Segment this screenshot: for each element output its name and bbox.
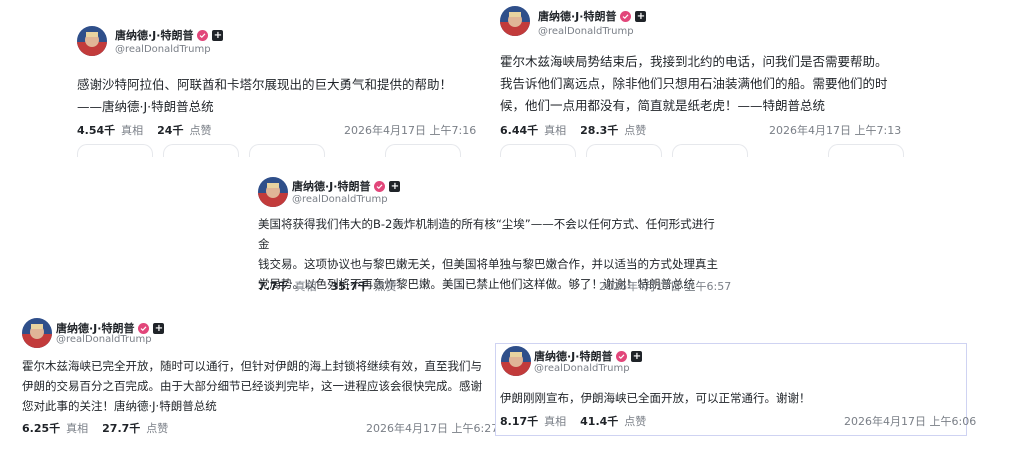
author-handle[interactable]: @realDonaldTrump [292,194,388,205]
plus-badge-icon: + [212,29,224,41]
repost-count[interactable]: 4.54千 [77,122,115,138]
like-action-button[interactable] [249,144,325,157]
verified-badge-icon [374,180,386,192]
like-label: 点赞 [146,422,169,435]
like-count[interactable]: 27.7千 [102,420,140,436]
author-handle[interactable]: @realDonaldTrump [115,44,211,55]
post-card[interactable]: 唐纳德·J·特朗普 + @realDonaldTrump 美国将获得我们伟大的B… [246,168,731,298]
verified-badge-icon [620,10,632,22]
post-card[interactable]: 唐纳德·J·特朗普 + @realDonaldTrump 霍尔木兹海峡已完全开放… [10,306,498,440]
post-text-line: 感谢沙特阿拉伯、阿联酋和卡塔尔展现出的巨大勇气和提供的帮助！ [77,77,453,92]
author-handle[interactable]: @realDonaldTrump [538,26,634,37]
avatar[interactable] [501,346,531,376]
author-name[interactable]: 唐纳德·J·特朗普 [115,27,193,43]
post-stats: 4.54千 真相 24千 点赞 [77,122,225,138]
plus-badge-icon: + [635,10,647,22]
repost-label: 真相 [544,124,567,137]
like-count[interactable]: 35.7千 [331,278,369,294]
post-card[interactable]: 唐纳德·J·特朗普 + @realDonaldTrump 霍尔木兹海峡局势结束后… [488,0,910,157]
post-card[interactable]: 唐纳德·J·特朗普 + @realDonaldTrump 感谢沙特阿拉伯、阿联酋… [65,10,485,157]
plus-badge-icon: + [153,322,165,334]
post-card[interactable]: 唐纳德·J·特朗普 + @realDonaldTrump 伊朗刚刚宣布，伊朗海峡… [495,343,976,436]
post-text-line: 我告诉他们离远点，除非他们只想用石油装满他们的船。需要他们的时 [500,76,888,91]
plus-badge-icon: + [389,180,401,192]
like-label: 点赞 [624,124,647,137]
repost-label: 真相 [66,422,89,435]
like-action-button[interactable] [672,144,748,157]
like-label: 点赞 [374,280,397,293]
post-text: 霍尔木兹海峡已完全开放，随时可以通行，但针对伊朗的海上封锁将继续有效，直至我们与… [22,356,482,416]
like-count[interactable]: 41.4千 [580,413,618,429]
author-handle[interactable]: @realDonaldTrump [56,334,152,345]
post-text: 感谢沙特阿拉伯、阿联酋和卡塔尔展现出的巨大勇气和提供的帮助！ ——唐纳德·J·特… [77,74,452,118]
post-timestamp[interactable]: 2026年4月17日 上午7:16 [344,122,476,138]
repost-count[interactable]: 6.44千 [500,122,538,138]
avatar[interactable] [77,26,107,56]
post-timestamp[interactable]: 2026年4月17日 上午7:13 [769,122,901,138]
post-text-line: 伊朗的交易百分之百完成。由于大部分细节已经谈判完毕，这一进程应该会很快完成。感谢 [22,379,482,393]
author-name[interactable]: 唐纳德·J·特朗普 [292,178,370,194]
like-count[interactable]: 28.3千 [580,122,618,138]
verified-badge-icon [197,29,209,41]
avatar[interactable] [500,6,530,36]
share-action-button[interactable] [828,144,904,157]
verified-badge-icon [138,322,150,334]
post-text-line: 霍尔木兹海峡局势结束后，我接到北约的电话，问我们是否需要帮助。 [500,54,888,69]
post-text-line: 候，他们一点用都没有，简直就是纸老虎！——特朗普总统 [500,98,826,113]
like-count[interactable]: 24千 [157,122,183,138]
repost-count[interactable]: 6.25千 [22,420,60,436]
post-stats: 6.25千 真相 27.7千 点赞 [22,420,182,436]
avatar[interactable] [258,177,288,207]
plus-badge-icon: + [631,350,643,362]
repost-count[interactable]: 8.17千 [500,413,538,429]
reply-action-button[interactable] [77,144,153,157]
post-text-line: ——唐纳德·J·特朗普总统 [77,99,214,114]
verified-badge-icon [616,350,628,362]
reply-action-button[interactable] [500,144,576,157]
repost-label: 真相 [121,124,144,137]
post-timestamp[interactable]: 2026年4月17日 上午6:06 [844,413,976,429]
post-text-line: 伊朗刚刚宣布，伊朗海峡已全面开放，可以正常通行。谢谢！ [500,391,811,405]
post-text-line: 钱交易。这项协议也与黎巴嫩无关，但美国将单独与黎巴嫩合作，并以适当的方式处理真主 [258,257,718,271]
post-timestamp[interactable]: 2026年4月17日 上午6:57 [599,278,731,294]
author-name[interactable]: 唐纳德·J·特朗普 [534,348,612,364]
post-text: 伊朗刚刚宣布，伊朗海峡已全面开放，可以正常通行。谢谢！ [500,388,811,408]
like-label: 点赞 [189,124,212,137]
post-text-line: 霍尔木兹海峡已完全开放，随时可以通行，但针对伊朗的海上封锁将继续有效，直至我们与 [22,359,482,373]
repost-count[interactable]: 7.7千 [258,278,289,294]
post-stats: 6.44千 真相 28.3千 点赞 [500,122,660,138]
author-name[interactable]: 唐纳德·J·特朗普 [538,8,616,24]
repost-label: 真相 [294,280,317,293]
post-stats: 8.17千 真相 41.4千 点赞 [500,413,660,429]
repost-action-button[interactable] [163,144,239,157]
post-timestamp[interactable]: 2026年4月17日 上午6:27 [366,420,498,436]
post-text: 霍尔木兹海峡局势结束后，我接到北约的电话，问我们是否需要帮助。 我告诉他们离远点… [500,51,888,117]
share-action-button[interactable] [385,144,461,157]
repost-action-button[interactable] [586,144,662,157]
author-handle[interactable]: @realDonaldTrump [534,363,630,374]
like-label: 点赞 [624,415,647,428]
post-text-line: 您对此事的关注！唐纳德·J·特朗普总统 [22,399,217,413]
avatar[interactable] [22,318,52,348]
post-stats: 7.7千 真相 35.7千 点赞 [258,278,411,294]
repost-label: 真相 [544,415,567,428]
post-text-line: 美国将获得我们伟大的B-2轰炸机制造的所有核“尘埃”——不会以任何方式、任何形式… [258,217,715,251]
